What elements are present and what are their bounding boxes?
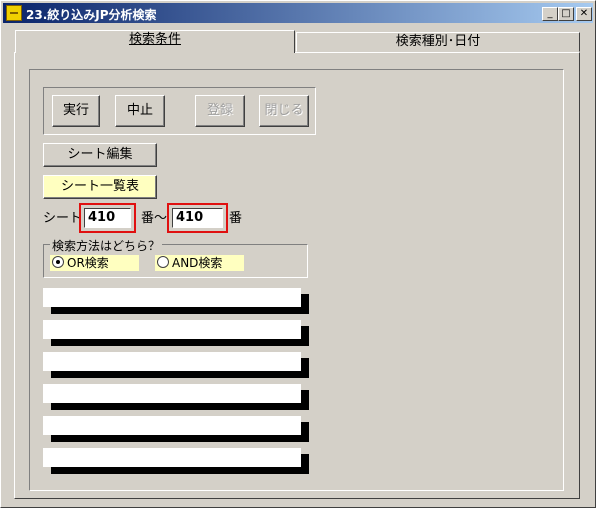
stop-button[interactable]: 中止 [115, 95, 165, 127]
tab-label: 検索条件 [128, 32, 181, 47]
result-bar [43, 288, 309, 314]
range-to-input[interactable]: 410 [172, 208, 223, 228]
close-button[interactable]: 閉じる [259, 95, 309, 127]
maximize-button[interactable]: □ [558, 7, 574, 21]
radio-unselected-icon [157, 256, 169, 268]
result-bar [43, 384, 309, 410]
range-suffix-label: 番 [229, 211, 243, 226]
minimize-button[interactable]: _ [542, 7, 558, 21]
and-search-label: AND検索 [172, 256, 223, 270]
radio-selected-icon [52, 256, 64, 268]
range-from-input[interactable]: 410 [84, 208, 131, 228]
result-bar [43, 448, 309, 474]
sheet-list-button[interactable]: シート一覧表 [43, 175, 157, 199]
result-bar [43, 352, 309, 378]
range-mid-label: 番〜 [141, 211, 168, 226]
close-window-button[interactable]: ✕ [576, 7, 592, 21]
range-to-highlight: 410 [167, 203, 228, 233]
and-search-radio[interactable]: AND検索 [155, 255, 244, 271]
register-button[interactable]: 登録 [195, 95, 245, 127]
sheet-edit-button[interactable]: シート編集 [43, 143, 157, 167]
or-search-label: OR検索 [67, 256, 109, 270]
tab-label: 検索種別･日付 [395, 34, 481, 49]
result-bar [43, 320, 309, 346]
tab-search-conditions[interactable]: 検索条件 [15, 30, 295, 53]
window-title: 23.絞り込みJP分析検索 [26, 8, 157, 22]
result-bar [43, 416, 309, 442]
title-bar[interactable]: 23.絞り込みJP分析検索 _ □ ✕ [3, 3, 593, 23]
range-from-highlight: 410 [79, 203, 136, 233]
app-icon [6, 5, 22, 21]
run-button[interactable]: 実行 [52, 95, 100, 127]
or-search-radio[interactable]: OR検索 [50, 255, 139, 271]
search-method-legend: 検索方法はどちら？ [50, 237, 163, 254]
range-prefix-label: シート [43, 211, 83, 226]
tab-search-type-date[interactable]: 検索種別･日付 [296, 32, 580, 52]
